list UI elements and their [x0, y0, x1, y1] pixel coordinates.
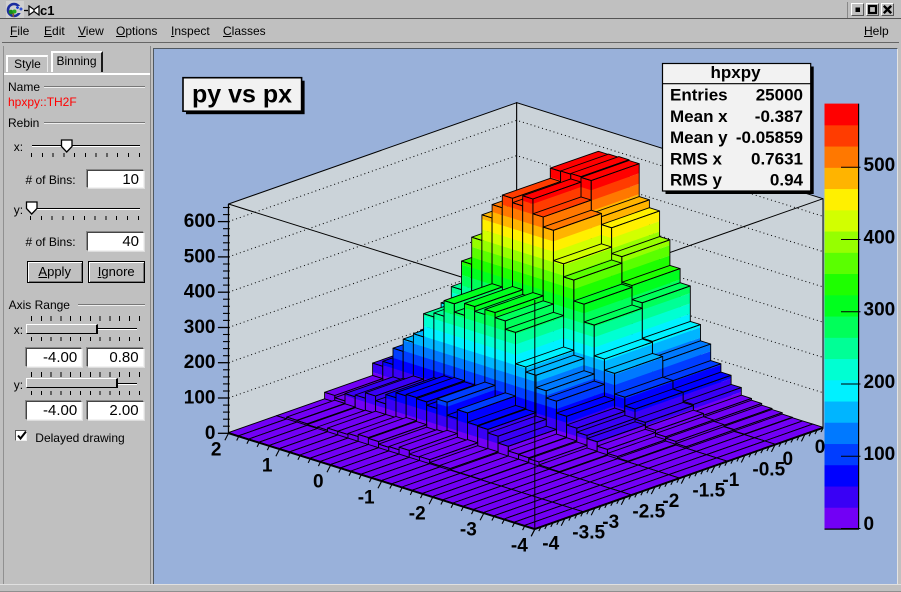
svg-text:0.94: 0.94 — [770, 171, 804, 190]
svg-text:-0.387: -0.387 — [755, 107, 803, 126]
svg-text:-2.5: -2.5 — [632, 502, 665, 523]
svg-text:hpxpy: hpxpy — [710, 63, 761, 82]
svg-text:-4: -4 — [542, 533, 559, 554]
svg-text:300: 300 — [184, 317, 216, 338]
svg-text:Mean x: Mean x — [670, 107, 728, 126]
svg-text:500: 500 — [864, 155, 896, 176]
svg-text:Entries: Entries — [670, 86, 728, 105]
svg-text:RMS x: RMS x — [670, 149, 723, 168]
svg-text:200: 200 — [184, 352, 216, 373]
svg-text:-4: -4 — [511, 535, 528, 556]
svg-text:-1: -1 — [358, 487, 375, 508]
svg-text:0: 0 — [313, 471, 324, 492]
svg-text:-2: -2 — [409, 503, 426, 524]
svg-text:100: 100 — [864, 444, 896, 465]
svg-text:-1: -1 — [722, 470, 739, 491]
svg-text:0: 0 — [815, 437, 826, 458]
svg-text:500: 500 — [184, 246, 216, 267]
svg-text:25000: 25000 — [756, 86, 803, 105]
svg-text:-1.5: -1.5 — [692, 481, 725, 502]
svg-text:-3: -3 — [460, 519, 477, 540]
svg-text:200: 200 — [864, 372, 896, 393]
svg-text:Mean y: Mean y — [670, 128, 728, 147]
svg-text:-3: -3 — [602, 512, 619, 533]
svg-text:1: 1 — [262, 455, 273, 476]
svg-text:400: 400 — [184, 282, 216, 303]
svg-text:600: 600 — [184, 211, 216, 232]
svg-text:-0.5: -0.5 — [752, 459, 785, 480]
svg-text:0: 0 — [783, 449, 794, 470]
svg-text:300: 300 — [864, 300, 896, 321]
svg-text:2: 2 — [211, 439, 222, 460]
svg-text:-0.05859: -0.05859 — [736, 128, 803, 147]
svg-text:-3.5: -3.5 — [572, 523, 605, 544]
svg-text:0: 0 — [864, 514, 875, 535]
svg-text:-2: -2 — [662, 491, 679, 512]
svg-text:100: 100 — [184, 388, 216, 409]
svg-text:py vs px: py vs px — [192, 80, 292, 108]
svg-text:400: 400 — [864, 228, 896, 249]
svg-text:0.7631: 0.7631 — [751, 149, 803, 168]
svg-text:RMS y: RMS y — [670, 171, 723, 190]
